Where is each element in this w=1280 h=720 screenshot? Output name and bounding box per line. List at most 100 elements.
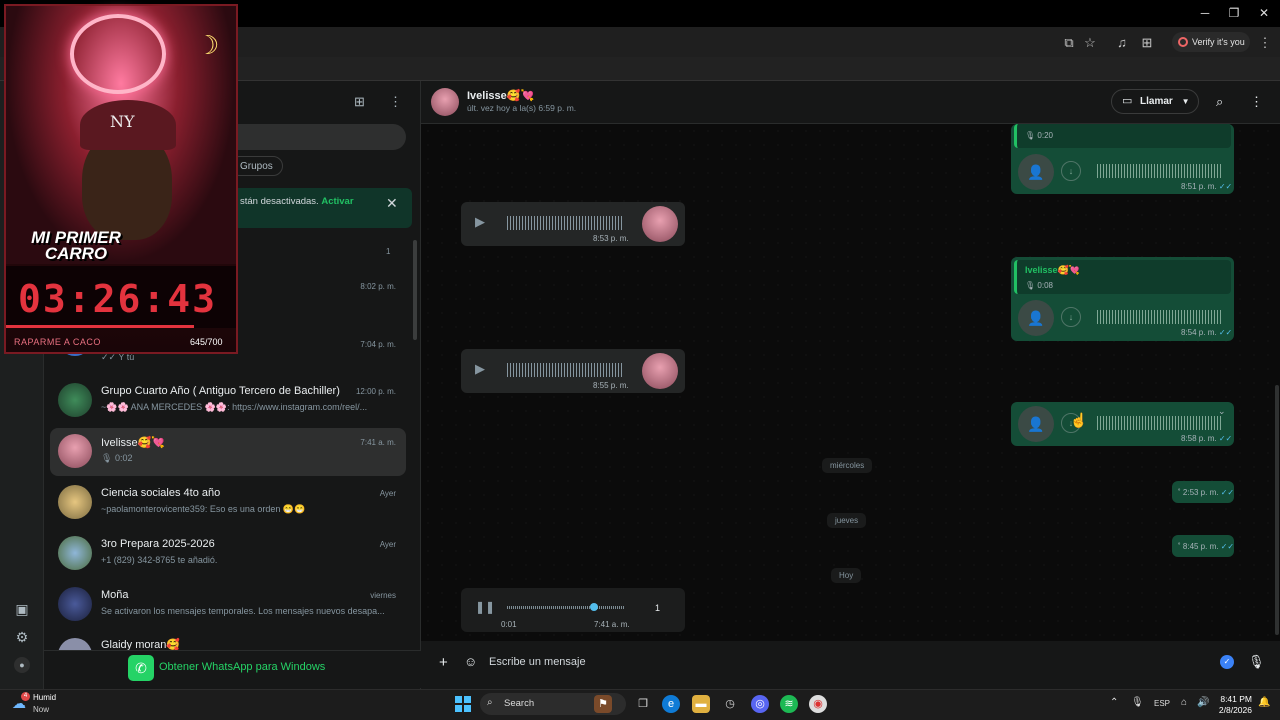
task-view-icon[interactable]: ❐ xyxy=(634,695,652,713)
message-input[interactable]: Escribe un mensaje xyxy=(489,656,586,668)
chat-menu-icon[interactable]: ⋮ xyxy=(1250,94,1263,110)
playback-elapsed: 0:01 xyxy=(501,620,517,629)
play-icon[interactable]: ▶ xyxy=(475,361,485,377)
attach-plus-icon[interactable]: + xyxy=(439,654,448,671)
video-call-icon: ▭ xyxy=(1122,95,1133,107)
archived-count: 1 xyxy=(386,247,391,256)
taskbar-clock-date[interactable]: 2/8/2026 xyxy=(1214,705,1252,715)
voice-sender-avatar: 👤 xyxy=(1018,154,1054,190)
mic-icon: 🎙 xyxy=(101,453,115,463)
verify-profile-button[interactable]: Verify it's you xyxy=(1172,32,1250,52)
bookmark-star-icon[interactable]: ☆ xyxy=(1081,34,1099,52)
profile-avatar-icon[interactable]: ● xyxy=(14,657,30,673)
contact-name[interactable]: Ivelisse🥰💘 xyxy=(467,89,534,102)
day-separator: Hoy xyxy=(831,568,862,583)
voice-waveform[interactable] xyxy=(507,216,624,230)
taskbar-clock-time[interactable]: 8:41 PM xyxy=(1220,694,1252,704)
weather-subtitle: Now xyxy=(33,705,50,714)
install-app-icon[interactable]: ⧉ xyxy=(1060,34,1078,52)
spotify-icon[interactable]: ≋ xyxy=(780,695,798,713)
playback-speed[interactable]: 1 xyxy=(655,603,660,613)
edge-icon[interactable]: e xyxy=(662,695,680,713)
notifications-icon[interactable]: 🔔 xyxy=(1258,697,1270,708)
media-gallery-icon[interactable]: ▣ xyxy=(13,600,31,618)
get-whatsapp-link[interactable]: Obtener WhatsApp para Windows xyxy=(159,661,325,673)
settings-gear-icon[interactable]: ⚙ xyxy=(13,628,31,646)
goal-progress-bar xyxy=(6,325,194,328)
read-check-icon: ✓✓ xyxy=(1218,328,1233,337)
voice-message-in[interactable]: ▶ 8:53 p. m. xyxy=(461,202,685,246)
discord-icon[interactable]: ◎ xyxy=(751,695,769,713)
avatar xyxy=(58,485,92,519)
message-menu-chevron-icon[interactable]: ⌄ xyxy=(1218,406,1226,417)
notifications-banner-text: stán desactivadas. Activar xyxy=(240,196,354,207)
pause-icon[interactable]: ❚❚ xyxy=(475,600,495,614)
chat-row[interactable]: Glaidy moran🥰 xyxy=(50,632,406,650)
emoji-sticker-icon[interactable]: ☺ xyxy=(464,654,477,669)
quoted-message[interactable]: 🎙 0:20 xyxy=(1014,124,1231,148)
clock-app-icon[interactable]: ◷ xyxy=(721,695,739,713)
extension-check-icon[interactable]: ✓ xyxy=(1220,655,1234,669)
play-icon[interactable]: ▶ xyxy=(475,214,485,230)
contact-avatar[interactable] xyxy=(431,88,459,116)
chat-row[interactable]: 3ro Prepara 2025-2026 Ayer +1 (829) 342-… xyxy=(50,530,406,580)
read-check-icon: ✓✓ xyxy=(1218,434,1233,443)
read-check-icon: ✓✓ xyxy=(1220,488,1235,497)
language-indicator[interactable]: ESP xyxy=(1154,699,1170,708)
playback-track[interactable] xyxy=(507,606,624,609)
whatsapp-logo-icon: ✆ xyxy=(128,655,154,681)
media-icon[interactable]: ♫ xyxy=(1113,34,1131,52)
voice-message-out[interactable]: 👤 ↓ ⌄ 8:58 p. m. ✓✓ xyxy=(1011,402,1234,446)
last-seen-status: últ. vez hoy a la(s) 6:59 p. m. xyxy=(467,103,577,113)
enable-notifications-link[interactable]: Activar xyxy=(321,196,353,207)
chat-scrollbar[interactable] xyxy=(1275,385,1279,635)
browser-menu-icon[interactable]: ⋮ xyxy=(1256,34,1274,52)
chatlist-scrollbar[interactable] xyxy=(413,240,417,340)
tray-mic-icon[interactable]: 🎙 xyxy=(1131,697,1144,708)
voice-waveform[interactable] xyxy=(1097,416,1221,430)
download-icon[interactable]: ↓ xyxy=(1061,307,1081,327)
voice-waveform[interactable] xyxy=(1097,310,1221,324)
read-check-icon: ✓✓ xyxy=(1218,182,1233,191)
profile-icon xyxy=(1178,37,1188,47)
avatar xyxy=(58,536,92,570)
search-highlight-icon[interactable]: ⚑ xyxy=(594,695,612,713)
goal-label: RAPARME A CACO xyxy=(14,337,101,347)
chrome-icon[interactable]: ◉ xyxy=(809,695,827,713)
download-icon[interactable]: ↓ xyxy=(1061,161,1081,181)
voice-waveform[interactable] xyxy=(1097,164,1221,178)
voice-message-out[interactable]: 🎙 0:20 👤 ↓ 8:51 p. m. ✓✓ xyxy=(1011,124,1234,194)
maximize-icon[interactable]: ❐ xyxy=(1219,4,1249,22)
quoted-message[interactable]: Ivelisse🥰💘 🎙 0:08 xyxy=(1014,260,1231,294)
neon-banana-icon: ☽ xyxy=(196,30,220,60)
chatlist-menu-icon[interactable]: ⋮ xyxy=(389,94,402,110)
message-out[interactable]: ˚ 8:45 p. m. ✓✓ xyxy=(1172,535,1234,557)
extensions-icon[interactable]: ⊞ xyxy=(1138,34,1156,52)
chat-row[interactable]: Ciencia sociales 4to año Ayer ~paolamont… xyxy=(50,479,406,529)
neon-sign xyxy=(70,14,166,94)
close-banner-icon[interactable]: ✕ xyxy=(386,195,398,212)
chat-row-selected[interactable]: Ivelisse🥰💘 7:41 a. m. 🎙 0:02 xyxy=(50,428,406,476)
search-icon[interactable]: ⌕ xyxy=(1216,94,1223,110)
cap-logo-icon: NY xyxy=(110,112,135,131)
network-icon[interactable]: ⌂ xyxy=(1181,697,1187,708)
minimize-icon[interactable]: ─ xyxy=(1190,4,1220,22)
microphone-icon[interactable]: 🎙 xyxy=(1248,654,1265,670)
file-explorer-icon[interactable]: ▬ xyxy=(692,695,710,713)
chat-row[interactable]: Moña viernes Se activaron los mensajes t… xyxy=(50,581,406,631)
new-chat-icon[interactable]: ⊞ xyxy=(354,94,365,110)
day-separator: jueves xyxy=(827,513,867,528)
voice-message-in[interactable]: ▶ 8:55 p. m. xyxy=(461,349,685,393)
voice-sender-avatar xyxy=(642,353,678,389)
close-window-icon[interactable]: ✕ xyxy=(1249,4,1279,22)
chat-row[interactable]: Grupo Cuarto Año ( Antiguo Tercero de Ba… xyxy=(50,377,406,427)
weather-title[interactable]: Humid xyxy=(33,693,56,702)
windows-start-icon[interactable] xyxy=(455,696,471,712)
message-out[interactable]: ˚ 2:53 p. m. ✓✓ xyxy=(1172,481,1234,503)
playback-knob[interactable] xyxy=(589,603,598,611)
voice-message-out[interactable]: Ivelisse🥰💘 🎙 0:08 👤 ↓ 8:54 p. m. ✓✓ xyxy=(1011,257,1234,341)
voice-waveform[interactable] xyxy=(507,363,624,377)
volume-icon[interactable]: 🔊 xyxy=(1197,697,1209,708)
tray-overflow-icon[interactable]: ⌃ xyxy=(1110,697,1118,708)
overlay-caption: MI PRIMER CARRO xyxy=(31,228,121,263)
